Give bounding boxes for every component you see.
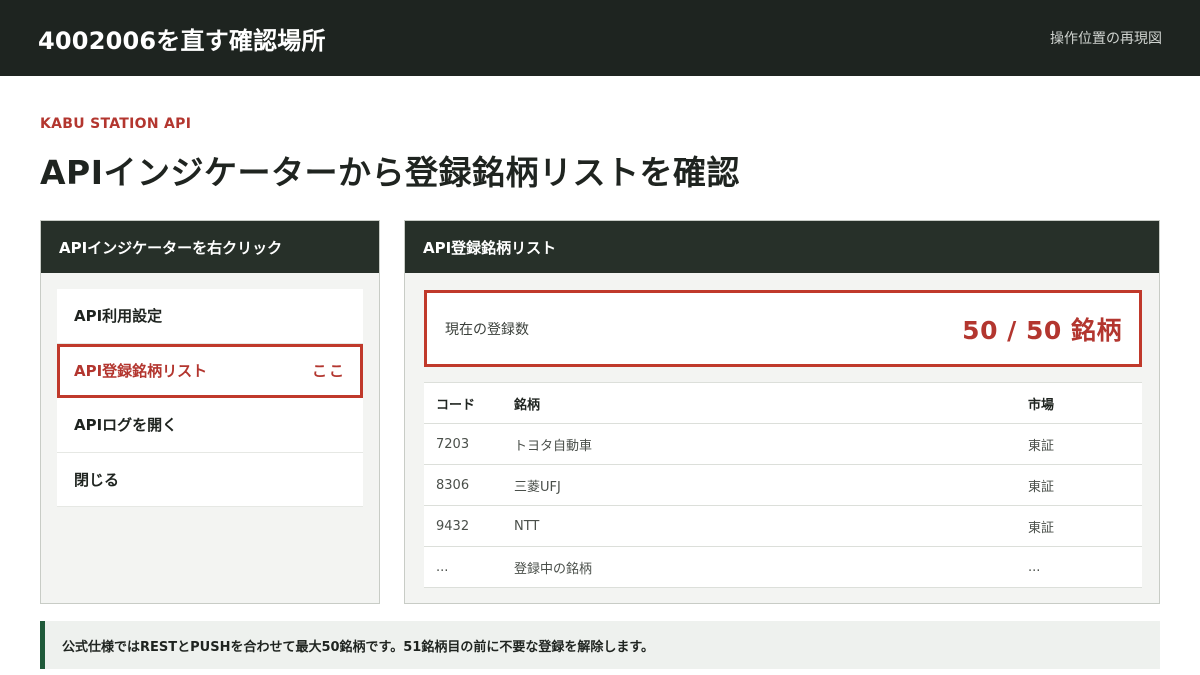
menu-item-label: API登録銘柄リスト xyxy=(74,362,208,381)
cell-code: 9432 xyxy=(436,518,470,534)
registered-symbols-table: コード 銘柄 市場 7203 トヨタ自動車 東証 8306 三菱UFJ 東証 9… xyxy=(424,382,1142,588)
cell-market: ... xyxy=(1028,559,1041,575)
cell-symbol: 三菱UFJ xyxy=(514,479,561,495)
menu-item-api-settings[interactable]: API利用設定 xyxy=(57,289,363,344)
table-row[interactable]: 9432 NTT 東証 xyxy=(424,506,1142,547)
cell-market: 東証 xyxy=(1028,520,1055,536)
cell-market: 東証 xyxy=(1028,479,1055,495)
registration-count-label: 現在の登録数 xyxy=(445,321,529,338)
table-row[interactable]: 7203 トヨタ自動車 東証 xyxy=(424,424,1142,465)
menu-item-open-log[interactable]: APIログを開く xyxy=(57,398,363,453)
table-row[interactable]: 8306 三菱UFJ 東証 xyxy=(424,465,1142,506)
registration-count-value: 50 / 50 銘柄 xyxy=(962,315,1122,345)
cell-code: 7203 xyxy=(436,436,470,452)
cell-code: 8306 xyxy=(436,477,470,493)
menu-item-close[interactable]: 閉じる xyxy=(57,453,363,507)
cell-code: ... xyxy=(436,559,449,575)
context-menu-panel: APIインジケーターを右クリック API利用設定 API登録銘柄リスト ここ A… xyxy=(40,220,380,604)
column-header-symbol: 銘柄 xyxy=(514,397,541,413)
menu-item-label: API利用設定 xyxy=(74,307,163,326)
cell-symbol: NTT xyxy=(514,518,540,534)
section-eyebrow: KABU STATION API xyxy=(40,116,192,132)
table-row[interactable]: ... 登録中の銘柄 ... xyxy=(424,547,1142,588)
context-menu: API利用設定 API登録銘柄リスト ここ APIログを開く 閉じる xyxy=(57,289,363,507)
menu-item-label: 閉じる xyxy=(74,470,120,489)
registered-list-panel-heading: API登録銘柄リスト xyxy=(405,221,1159,273)
top-bar: 4002006を直す確認場所 操作位置の再現図 xyxy=(0,0,1200,76)
cell-symbol: 登録中の銘柄 xyxy=(514,561,593,577)
context-menu-panel-heading: APIインジケーターを右クリック xyxy=(41,221,379,273)
menu-item-label: APIログを開く xyxy=(74,416,178,435)
page-title: APIインジケーターから登録銘柄リストを確認 xyxy=(40,153,741,192)
cell-market: 東証 xyxy=(1028,438,1055,454)
here-marker: ここ xyxy=(311,362,346,381)
diagram-link[interactable]: 操作位置の再現図 xyxy=(1050,28,1162,48)
column-header-market: 市場 xyxy=(1028,397,1055,413)
limit-notice: 公式仕様ではRESTとPUSHを合わせて最大50銘柄です。51銘柄目の前に不要な… xyxy=(40,621,1160,669)
registration-count-box: 現在の登録数 50 / 50 銘柄 xyxy=(424,290,1142,367)
column-header-code: コード xyxy=(436,397,476,413)
table-header-row: コード 銘柄 市場 xyxy=(424,383,1142,424)
app-title: 4002006を直す確認場所 xyxy=(38,26,326,55)
cell-symbol: トヨタ自動車 xyxy=(514,438,593,454)
menu-item-registered-list[interactable]: API登録銘柄リスト ここ xyxy=(57,343,363,398)
registered-list-panel: API登録銘柄リスト 現在の登録数 50 / 50 銘柄 コード 銘柄 市場 7… xyxy=(404,220,1160,604)
